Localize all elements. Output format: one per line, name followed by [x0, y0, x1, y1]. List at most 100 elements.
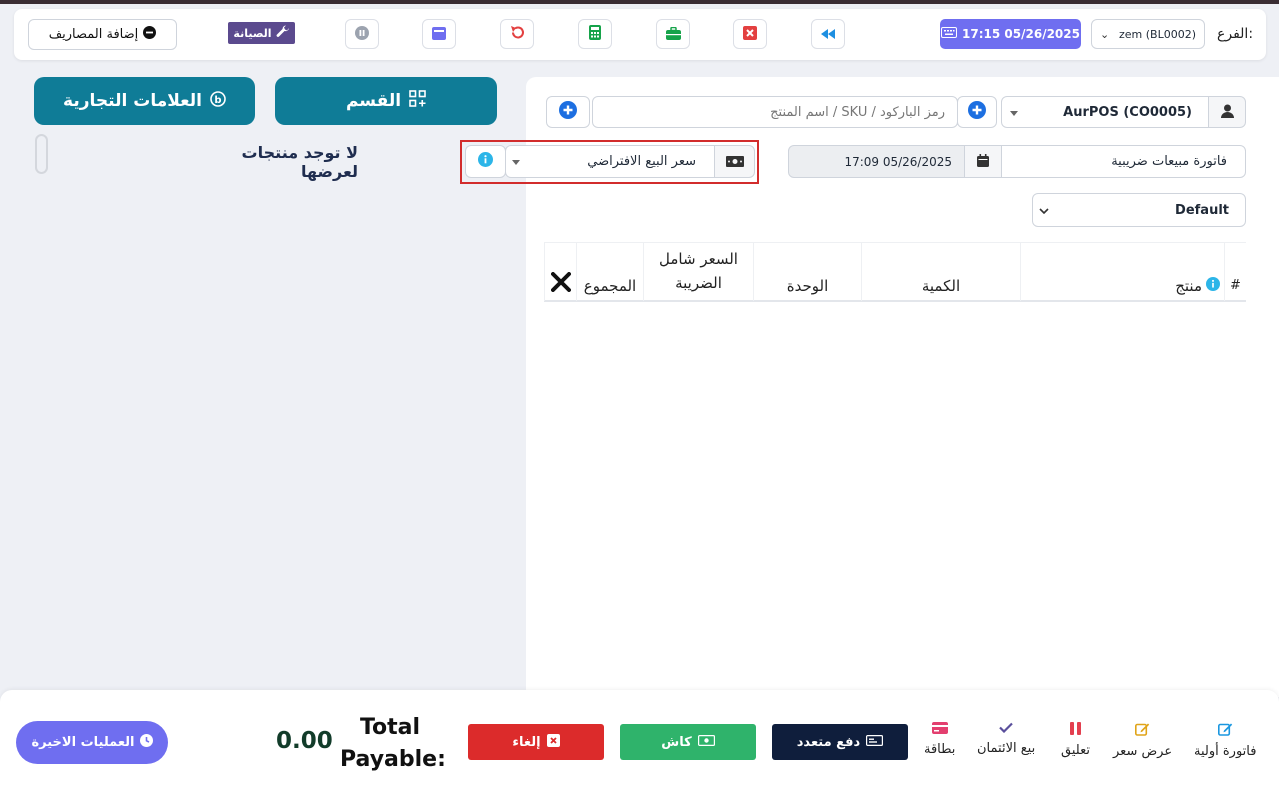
calendar-icon-box	[964, 145, 1002, 178]
column-price-incl-tax: السعر شامل الضريبة	[643, 243, 753, 301]
pause-icon	[1069, 722, 1082, 739]
datetime-text: 17:15 05/26/2025	[962, 27, 1080, 41]
clock-icon	[139, 734, 153, 751]
credit-sale-label: بيع الائتمان	[977, 741, 1036, 756]
column-hash: #	[1224, 243, 1246, 301]
window-button[interactable]	[422, 19, 456, 49]
cash-button[interactable]: كاش	[620, 724, 756, 760]
add-customer-button[interactable]	[957, 96, 997, 128]
money-bill-icon	[697, 734, 715, 750]
money-bill-icon	[725, 152, 744, 171]
check-icon	[999, 722, 1013, 737]
price-group-info-button[interactable]	[465, 145, 506, 178]
maintenance-button[interactable]: الصيانة	[228, 22, 295, 44]
return-button[interactable]	[500, 19, 534, 49]
column-remove	[544, 243, 576, 301]
undo-icon	[510, 25, 525, 44]
top-bar	[0, 0, 1279, 4]
wrench-icon	[276, 25, 290, 42]
close-register-button[interactable]	[733, 19, 767, 49]
credit-card-icon	[931, 722, 948, 738]
cancel-button[interactable]: إلغاء	[468, 724, 604, 760]
user-icon	[1220, 103, 1234, 122]
invoice-type-field[interactable]: فاتورة مبيعات ضريبية	[1001, 145, 1246, 178]
price-group-value: سعر البيع الافتراضي	[587, 154, 696, 169]
close-box-icon	[743, 25, 757, 44]
invoice-type-value: فاتورة مبيعات ضريبية	[1111, 154, 1227, 169]
column-quantity: الكمية	[861, 243, 1020, 301]
branch-label: الفرع:	[1217, 26, 1254, 42]
chevron-down-icon	[512, 154, 520, 169]
plus-circle-icon	[968, 101, 986, 123]
chevron-down-icon	[1010, 105, 1018, 120]
customer-icon-box	[1208, 96, 1246, 128]
suspend-label: تعليق	[1061, 743, 1090, 758]
edit-icon	[1217, 722, 1233, 740]
add-expense-label: إضافة المصاريف	[48, 27, 139, 42]
brands-button[interactable]: العلامات التجارية b	[34, 77, 255, 125]
grid-plus-icon	[409, 90, 426, 112]
minus-circle-icon	[143, 26, 157, 43]
quotation-button[interactable]: عرض سعر	[1113, 722, 1172, 759]
add-expense-button[interactable]: إضافة المصاريف	[28, 19, 177, 50]
multiple-pay-button[interactable]: دفع متعدد	[772, 724, 908, 760]
branch-select[interactable]: ⌄ zem (BL0002)	[1091, 19, 1205, 49]
category-button[interactable]: القسم	[275, 77, 497, 125]
info-icon[interactable]	[1206, 277, 1220, 295]
total-payable-label: Total Payable:	[340, 715, 446, 772]
quotation-label: عرض سعر	[1113, 744, 1173, 759]
service-type-select[interactable]: Default	[1032, 193, 1246, 227]
cash-label: كاش	[661, 734, 692, 750]
search-placeholder: اسم المنتج / SKU / رمز الباركود	[770, 104, 945, 120]
draft-label: فاتورة أولية	[1194, 744, 1257, 759]
card-label: بطاقة	[924, 742, 956, 757]
cancel-label: إلغاء	[512, 734, 541, 750]
edit-icon	[1135, 722, 1150, 740]
info-icon	[478, 152, 493, 171]
product-search-input[interactable]: اسم المنتج / SKU / رمز الباركود	[592, 96, 958, 128]
customer-select[interactable]: AurPOS (CO0005)	[1001, 96, 1209, 128]
column-unit: الوحدة	[753, 243, 861, 301]
register-details-button[interactable]	[656, 19, 690, 49]
column-product-label: منتج	[1175, 277, 1202, 295]
recent-transactions-button[interactable]: العمليات الاخيرة	[16, 721, 168, 764]
scrollbar-handle[interactable]	[35, 134, 48, 174]
calculator-icon	[589, 24, 601, 44]
price-group-select[interactable]: سعر البيع الافتراضي	[505, 145, 715, 178]
add-product-button[interactable]	[546, 96, 590, 128]
money-icon-box	[714, 145, 755, 178]
credit-sale-button[interactable]: بيع الائتمان	[977, 722, 1035, 756]
datetime-button[interactable]: 17:15 05/26/2025	[940, 19, 1081, 49]
column-product: منتج	[1020, 243, 1224, 301]
suspend-button[interactable]: تعليق	[1061, 722, 1090, 758]
multiple-pay-label: دفع متعدد	[796, 734, 861, 750]
pause-icon	[355, 25, 369, 44]
close-icon	[550, 266, 571, 299]
transaction-date-value: 17:09 05/26/2025	[844, 154, 952, 169]
total-payable-value: 0.00	[276, 728, 333, 754]
rewind-button[interactable]	[811, 19, 845, 49]
svg-text:b: b	[214, 95, 221, 106]
calculator-button[interactable]	[578, 19, 612, 49]
chevron-down-icon	[1039, 203, 1049, 218]
brands-label: العلامات التجارية	[63, 91, 202, 111]
briefcase-icon	[665, 25, 681, 44]
card-button[interactable]: بطاقة	[924, 722, 955, 757]
maintenance-label: الصيانة	[233, 26, 272, 40]
window-icon	[432, 25, 446, 44]
brand-b-icon: b	[210, 90, 226, 112]
cart-table-header: # منتج الكمية الوحدة السعر شامل الضريبة …	[544, 242, 1246, 302]
chevron-down-icon: ⌄	[1100, 27, 1110, 41]
column-total: المجموع	[576, 243, 643, 301]
close-box-icon	[546, 733, 560, 751]
pause-button[interactable]	[345, 19, 379, 49]
rewind-icon	[820, 25, 836, 44]
branch-value: zem (BL0002)	[1118, 27, 1196, 41]
plus-circle-icon	[559, 101, 577, 123]
customer-value: AurPOS (CO0005)	[1063, 104, 1192, 120]
calendar-icon	[977, 152, 989, 171]
no-products-message: لا توجد منتجات لعرضها	[241, 143, 358, 181]
draft-button[interactable]: فاتورة أولية	[1194, 722, 1256, 759]
category-label: القسم	[345, 91, 402, 111]
transaction-date-field[interactable]: 17:09 05/26/2025	[788, 145, 965, 178]
